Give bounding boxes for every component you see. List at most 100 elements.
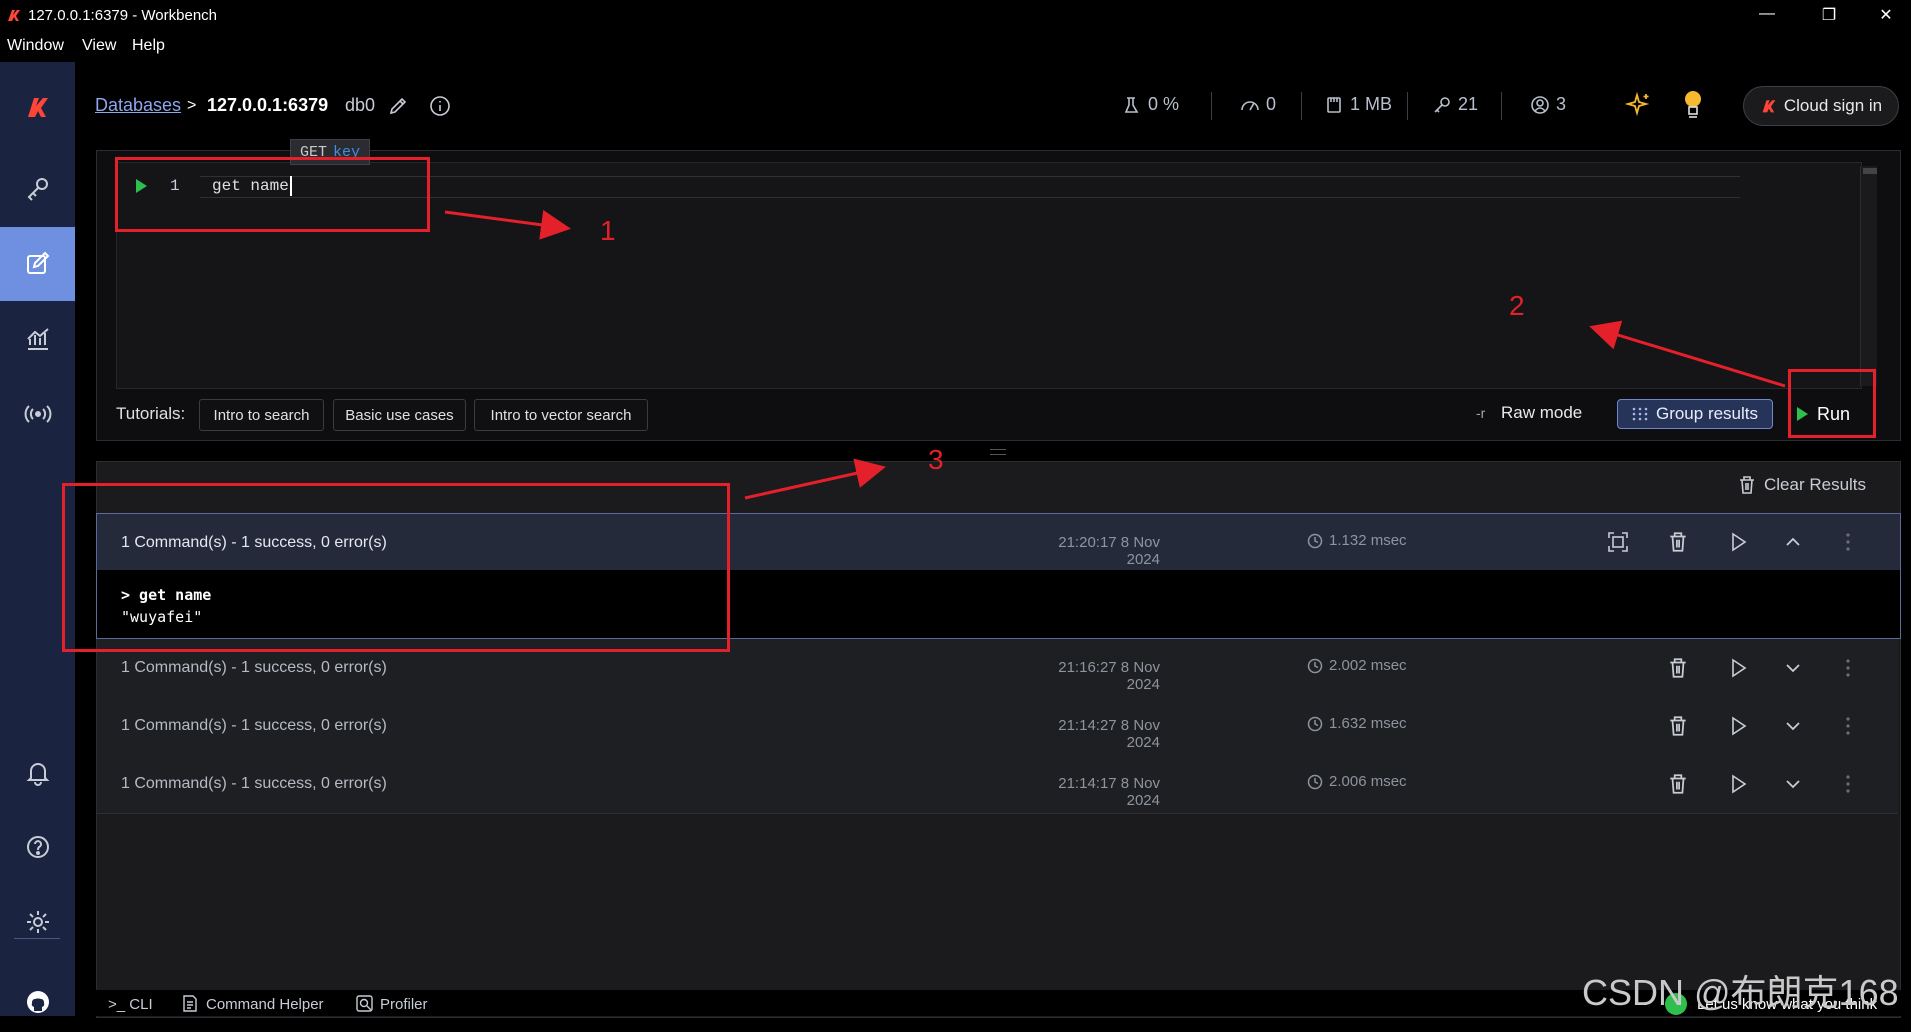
chevron-up-icon[interactable] <box>1782 531 1804 553</box>
more-icon[interactable] <box>1837 657 1859 679</box>
ops-value: 0 <box>1266 94 1277 114</box>
cpu-stat: 0 % <box>1122 94 1179 115</box>
restore-icon[interactable]: ❐ <box>1819 5 1839 25</box>
rerun-icon[interactable] <box>1727 531 1749 553</box>
github-icon[interactable] <box>0 972 75 1032</box>
ops-stat: 0 <box>1240 94 1276 115</box>
menu-window[interactable]: Window <box>7 37 64 55</box>
delete-result-icon[interactable] <box>1667 657 1689 679</box>
result-duration: 1.132 msec <box>1307 532 1407 549</box>
editor-scrollbar[interactable] <box>1860 166 1877 386</box>
keys-value: 21 <box>1458 94 1479 114</box>
stat-divider <box>1501 92 1502 120</box>
duration-value: 2.006 msec <box>1329 773 1407 790</box>
tutorials-label: Tutorials: <box>116 404 186 423</box>
watermark: CSDN @布朗克168 <box>1582 972 1899 1013</box>
annotation-label-3: 3 <box>928 444 944 475</box>
stat-divider <box>1301 92 1302 120</box>
raw-mode-toggle[interactable]: Raw mode <box>1501 403 1582 423</box>
key-icon[interactable] <box>0 152 75 226</box>
clear-results-label: Clear Results <box>1764 475 1867 494</box>
clients-value: 3 <box>1556 94 1567 114</box>
analytics-icon[interactable] <box>0 302 75 376</box>
chevron-down-icon[interactable] <box>1782 715 1804 737</box>
clock-icon <box>1307 716 1323 731</box>
result-row[interactable]: 1 Command(s) - 1 success, 0 error(s) 21:… <box>97 697 1898 756</box>
annotation-box-1 <box>115 157 430 232</box>
workbench-icon[interactable] <box>0 227 75 301</box>
current-line-highlight <box>200 176 1740 198</box>
rerun-icon[interactable] <box>1727 773 1749 795</box>
result-duration: 1.632 msec <box>1307 715 1407 732</box>
rerun-icon[interactable] <box>1727 715 1749 737</box>
gauge-icon <box>1241 100 1259 110</box>
cloud-signin-label: Cloud sign in <box>1783 96 1883 115</box>
keys-stat: 21 <box>1432 94 1478 115</box>
clock-icon <box>1307 774 1323 789</box>
result-timestamp: 21:14:27 8 Nov 2024 <box>1058 717 1160 751</box>
bell-icon[interactable] <box>0 735 75 809</box>
chip-label: Intro to vector search <box>490 406 632 424</box>
tutorial-intro-to-vector-search[interactable]: Intro to vector search <box>474 399 648 431</box>
close-icon[interactable]: ✕ <box>1876 5 1896 25</box>
delete-result-icon[interactable] <box>1667 715 1689 737</box>
grid-dots-icon <box>1632 407 1648 421</box>
annotation-box-3 <box>62 483 730 652</box>
title-bar: 127.0.0.1:6379 - Workbench — ❐ ✕ <box>0 0 1911 30</box>
result-duration: 2.006 msec <box>1307 773 1407 790</box>
chevron-down-icon[interactable] <box>1782 657 1804 679</box>
tutorial-intro-to-search[interactable]: Intro to search <box>199 399 324 431</box>
group-results-toggle[interactable]: Group results <box>1617 399 1773 429</box>
edit-db-icon[interactable] <box>388 96 408 116</box>
result-summary: 1 Command(s) - 1 success, 0 error(s) <box>121 717 387 734</box>
ai-sparkle-icon[interactable] <box>1625 91 1653 119</box>
duration-value: 1.132 msec <box>1329 532 1407 549</box>
menu-help[interactable]: Help <box>132 37 165 55</box>
menu-view[interactable]: View <box>82 37 116 55</box>
more-icon[interactable] <box>1837 715 1859 737</box>
panel-resize-handle[interactable] <box>990 449 1006 455</box>
rerun-icon[interactable] <box>1727 657 1749 679</box>
window-title: 127.0.0.1:6379 - Workbench <box>28 7 218 24</box>
clients-icon <box>1531 95 1549 114</box>
settings-icon[interactable] <box>0 885 75 959</box>
annotation-label-2: 2 <box>1509 290 1525 321</box>
help-icon[interactable] <box>0 810 75 884</box>
keys-icon <box>1434 96 1450 113</box>
cloud-signin-button[interactable]: Cloud sign in <box>1743 86 1899 126</box>
tutorial-basic-use-cases[interactable]: Basic use cases <box>333 399 466 431</box>
info-icon[interactable] <box>429 95 451 117</box>
breadcrumb-separator: > <box>187 97 197 114</box>
delete-result-icon[interactable] <box>1667 531 1689 553</box>
clear-results-button[interactable]: Clear Results <box>1738 475 1866 495</box>
fullscreen-icon[interactable] <box>1607 531 1629 553</box>
profiler-button[interactable]: Profiler <box>380 996 428 1013</box>
pubsub-icon[interactable] <box>0 377 75 451</box>
cli-button[interactable]: >_ CLI <box>108 996 153 1013</box>
more-icon[interactable] <box>1837 773 1859 795</box>
result-row[interactable]: 1 Command(s) - 1 success, 0 error(s) 21:… <box>97 755 1898 814</box>
clock-icon <box>1307 533 1323 548</box>
more-icon[interactable] <box>1837 531 1859 553</box>
result-timestamp: 21:16:27 8 Nov 2024 <box>1058 659 1160 693</box>
db-address: 127.0.0.1:6379 <box>207 95 329 115</box>
group-results-label: Group results <box>1655 404 1759 423</box>
scrollbar-thumb[interactable] <box>1863 168 1877 174</box>
duration-value: 2.002 msec <box>1329 657 1407 674</box>
delete-result-icon[interactable] <box>1667 773 1689 795</box>
clock-icon <box>1307 658 1323 673</box>
result-duration: 2.002 msec <box>1307 657 1407 674</box>
lightbulb-icon[interactable] <box>1680 88 1706 120</box>
redis-logo-icon[interactable] <box>0 70 75 144</box>
breadcrumb-databases[interactable]: Databases <box>95 95 181 116</box>
sidebar-divider <box>14 938 60 939</box>
result-summary: 1 Command(s) - 1 success, 0 error(s) <box>121 775 387 792</box>
menu-bar: Window View Help <box>0 30 1911 62</box>
raw-mode-prefix: -r <box>1476 405 1486 421</box>
chevron-down-icon[interactable] <box>1782 773 1804 795</box>
memory-value: 1 MB <box>1350 94 1393 114</box>
command-helper-button[interactable]: Command Helper <box>206 996 324 1013</box>
db-index: db0 <box>345 95 376 115</box>
minimize-icon[interactable]: — <box>1757 5 1777 23</box>
result-summary: 1 Command(s) - 1 success, 0 error(s) <box>121 659 387 676</box>
